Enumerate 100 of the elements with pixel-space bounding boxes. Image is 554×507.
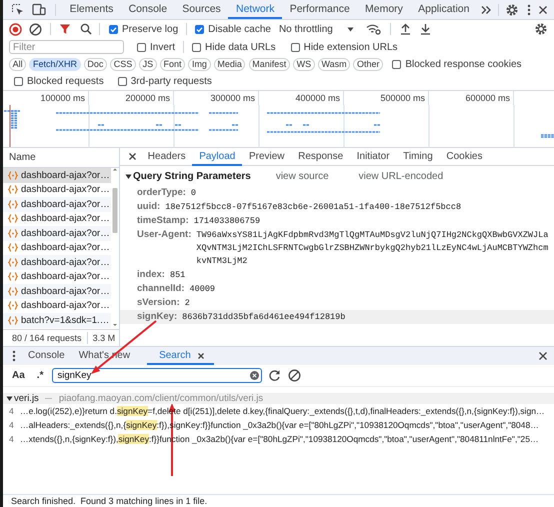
section-title[interactable]: Query String Parameters <box>133 170 251 182</box>
match-case-button[interactable]: Aa <box>9 370 28 381</box>
type-filter-chip[interactable]: Manifest <box>248 58 290 71</box>
close-icon[interactable] <box>538 351 548 361</box>
request-row[interactable]: dashboard-ajax?or… <box>3 226 111 240</box>
clear-icon[interactable] <box>29 22 42 36</box>
type-filter-chip[interactable]: Font <box>160 58 186 71</box>
clear-search-icon[interactable] <box>250 371 260 380</box>
settings-icon[interactable] <box>505 2 520 16</box>
checkbox-label: Blocked response cookies <box>405 59 522 70</box>
file-name[interactable]: veri.js <box>14 393 39 404</box>
panel-tab[interactable]: Memory <box>357 0 411 19</box>
filter-icon[interactable] <box>59 23 71 35</box>
type-filter-chip[interactable]: Fetch/XHR <box>29 58 81 71</box>
type-filter-chip[interactable]: Other <box>353 58 384 71</box>
detail-tab[interactable]: Response <box>291 148 350 166</box>
detail-tab[interactable]: Cookies <box>440 148 490 166</box>
kebab-menu-icon[interactable] <box>526 4 531 16</box>
request-name: dashboard-ajax?or… <box>21 242 110 254</box>
type-filter-chip[interactable]: Media <box>214 58 246 71</box>
type-filter-chip[interactable]: CSS <box>110 58 136 71</box>
device-icon[interactable] <box>32 3 46 16</box>
detail-tab[interactable]: Headers <box>141 148 192 166</box>
parameter-name: signKey: <box>137 310 178 323</box>
refresh-icon[interactable] <box>268 369 282 382</box>
checkbox-label: Preserve log <box>122 24 178 34</box>
type-filter-chip[interactable]: Img <box>188 58 211 71</box>
braces-icon <box>8 170 18 180</box>
wifi-settings-icon[interactable] <box>366 23 381 35</box>
checkbox-label: Hide extension URLs <box>304 42 398 52</box>
throttling-dropdown[interactable]: No throttling <box>278 24 354 34</box>
parameter-name: uuid: <box>137 200 160 213</box>
braces-icon <box>8 316 18 325</box>
search-icon[interactable] <box>80 23 92 35</box>
detail-tab[interactable]: Initiator <box>350 148 396 166</box>
checkbox[interactable] <box>195 24 204 34</box>
inspect-icon[interactable] <box>11 3 24 16</box>
view-link[interactable]: view source <box>276 170 329 182</box>
checkbox[interactable] <box>290 42 300 52</box>
checkbox[interactable] <box>109 24 118 34</box>
checkbox[interactable] <box>392 60 402 69</box>
braces-icon <box>8 200 18 209</box>
panel-tab[interactable]: Performance <box>282 0 358 19</box>
panel-tab[interactable]: Application <box>410 0 478 19</box>
type-filter-chip[interactable]: All <box>9 58 26 71</box>
request-row[interactable]: dashboard-ajax?or… <box>3 182 111 197</box>
view-link[interactable]: view URL-encoded <box>358 170 444 182</box>
record-icon[interactable] <box>9 22 22 36</box>
detail-tab[interactable]: Payload <box>192 148 242 166</box>
close-icon[interactable] <box>196 352 205 360</box>
panel-tab[interactable]: Elements <box>62 0 121 19</box>
request-row[interactable]: dashboard-ajax?or… <box>3 197 111 212</box>
type-filter-chip[interactable]: JS <box>139 58 157 71</box>
request-row[interactable]: dashboard-ajax?or… <box>3 168 111 182</box>
settings-icon[interactable] <box>534 22 548 36</box>
request-row[interactable]: dashboard-ajax?or… <box>3 240 111 255</box>
parameter-value: 1714033806759 <box>194 215 262 228</box>
braces-icon <box>8 301 18 310</box>
drawer-tab[interactable]: Search <box>147 347 214 365</box>
expand-triangle-icon[interactable] <box>6 395 13 402</box>
panel-tab[interactable]: Console <box>120 0 175 19</box>
request-row[interactable]: dashboard-ajax?or… <box>3 255 111 270</box>
request-row[interactable]: batch?v=1&sdk=1.… <box>3 313 111 328</box>
type-filter-chip[interactable]: Doc <box>84 58 107 71</box>
expand-triangle-icon[interactable] <box>125 172 132 180</box>
checkbox[interactable] <box>14 77 23 86</box>
column-header[interactable]: Name <box>9 152 36 163</box>
braces-icon <box>8 243 18 252</box>
clear-results-icon[interactable] <box>288 369 302 382</box>
detail-tab[interactable]: Timing <box>396 148 440 166</box>
panel-tab[interactable]: Sources <box>174 0 228 19</box>
request-name: dashboard-ajax?or… <box>21 184 110 196</box>
checkbox[interactable] <box>118 77 127 86</box>
upload-icon[interactable] <box>400 23 411 35</box>
request-row[interactable]: dashboard-ajax?or… <box>3 298 111 313</box>
request-row[interactable]: dashboard-ajax?or… <box>3 270 111 284</box>
close-icon[interactable] <box>128 152 137 161</box>
checkbox[interactable] <box>192 42 202 52</box>
search-field[interactable]: signKey <box>52 368 262 383</box>
line-number: 4 <box>8 434 15 444</box>
download-icon[interactable] <box>420 23 431 35</box>
request-row[interactable]: dashboard-ajax?or… <box>3 212 111 226</box>
close-icon[interactable] <box>538 4 548 14</box>
request-count: 80 / 164 requests <box>12 333 82 343</box>
request-name: dashboard-ajax?or… <box>21 213 110 224</box>
detail-tab[interactable]: Preview <box>242 148 292 166</box>
panel-tab[interactable]: Network <box>228 0 282 19</box>
filter-field[interactable]: Filter <box>9 40 124 54</box>
parameter-name: User-Agent: <box>137 228 192 241</box>
double-chevron-icon[interactable] <box>480 4 492 16</box>
timeline-tick-label: 500000 ms <box>380 93 425 103</box>
checkbox-label: Invert <box>150 42 176 52</box>
regex-button[interactable]: .* <box>34 370 46 381</box>
type-filter-chip[interactable]: WS <box>293 58 315 71</box>
drawer-tab[interactable]: Console <box>21 347 72 365</box>
type-filter-chip[interactable]: Wasm <box>318 58 350 71</box>
kebab-menu-icon[interactable] <box>12 350 16 362</box>
checkbox[interactable] <box>137 42 146 52</box>
caret-icon[interactable] <box>346 26 354 32</box>
request-row[interactable]: dashboard-ajax?or… <box>3 284 111 298</box>
